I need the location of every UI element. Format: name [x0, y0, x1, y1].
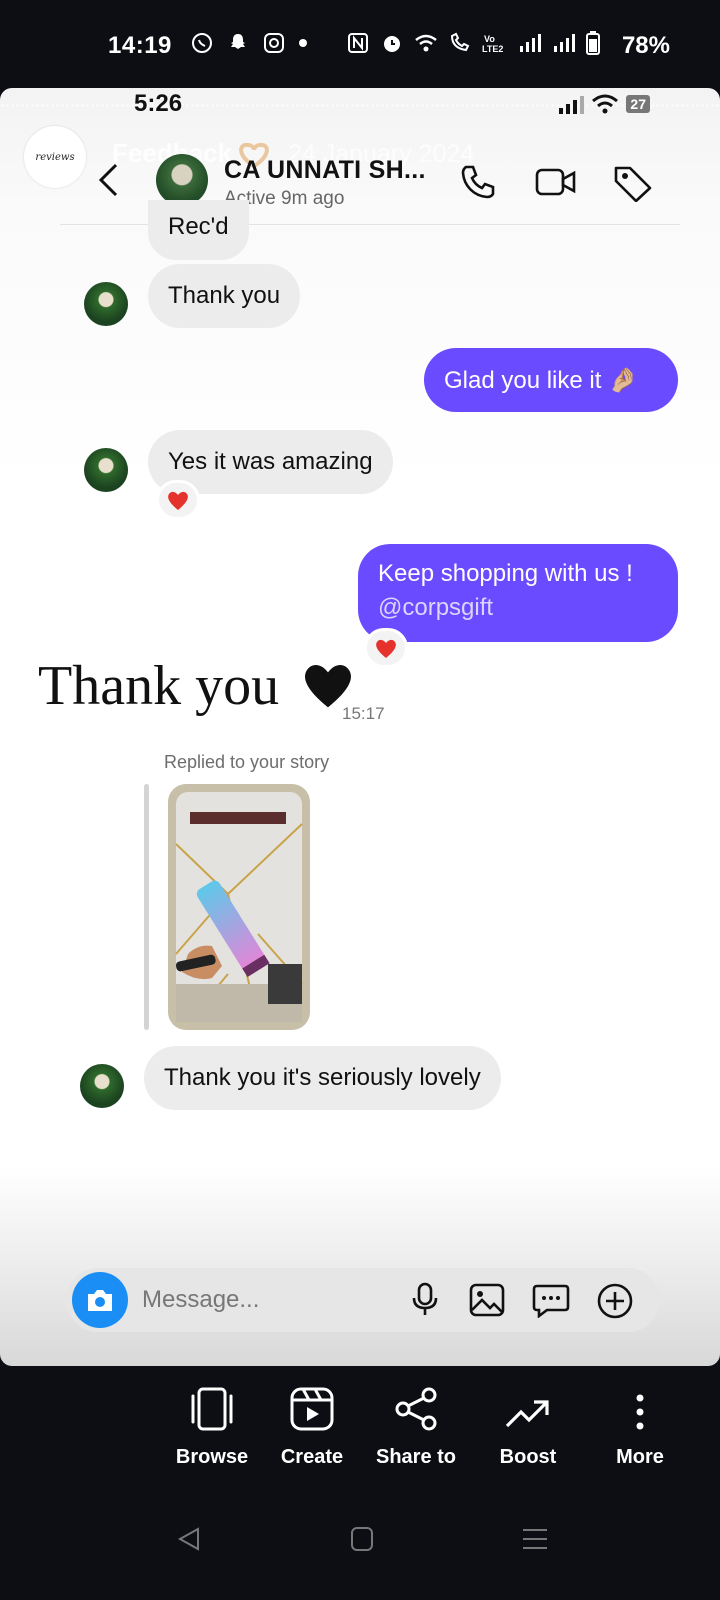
signal-1-icon — [520, 34, 541, 52]
reply-quote-bar — [144, 784, 149, 1030]
contact-name[interactable]: CA UNNATI SH... — [224, 156, 426, 185]
message-outgoing-glad[interactable]: Glad you like it 🤌🏼 — [424, 348, 678, 412]
message-composer[interactable]: Message... — [66, 1268, 660, 1332]
camera-button[interactable] — [72, 1272, 128, 1328]
signal-2-icon — [554, 34, 575, 52]
contact-avatar[interactable] — [156, 154, 208, 206]
volte-icon: VoLTE2 — [482, 34, 503, 54]
microphone-icon[interactable] — [410, 1282, 440, 1318]
message-incoming-thank-you[interactable]: Thank you — [148, 264, 301, 328]
phone-status-bar: 14:19 Vo LTE2 78% — [0, 0, 720, 88]
screenshot-time: 5:26 — [134, 90, 183, 117]
story-actions-bar: Browse Create Share to Boost More — [0, 1366, 720, 1486]
thank-you-sticker-text: Thank you — [38, 655, 280, 717]
video-call-icon[interactable] — [534, 162, 578, 202]
replied-to-story-label: Replied to your story — [164, 752, 330, 772]
chat-header: CA UNNATI SH... Active 9m ago — [0, 140, 720, 226]
svg-text:LTE2: LTE2 — [482, 44, 503, 54]
battery-icon — [586, 31, 600, 55]
message-avatar[interactable] — [84, 282, 128, 326]
sticker-timestamp: 15:17 — [342, 704, 385, 723]
add-circle-icon[interactable] — [596, 1282, 634, 1320]
story-card[interactable]: 5:26 27 reviews Feedback 24 January 2024… — [0, 88, 720, 1366]
phone-call-icon[interactable] — [458, 162, 498, 202]
create-reel-icon — [290, 1387, 334, 1431]
message-incoming-partial[interactable]: Rec'd — [148, 200, 249, 260]
story-reply-thumbnail[interactable] — [168, 784, 310, 1030]
nfc-icon — [348, 33, 368, 53]
snapchat-icon — [231, 34, 245, 49]
camera-icon — [88, 1290, 112, 1311]
bottle-photo — [175, 792, 303, 1023]
message-incoming-lovely[interactable]: Thank you it's seriously lovely — [144, 1046, 501, 1110]
screenshot-wifi-icon — [592, 94, 619, 114]
black-heart-icon — [305, 665, 351, 708]
whatsapp-icon — [192, 33, 212, 53]
battery-percent: 78% — [621, 32, 670, 59]
alarm-icon — [384, 36, 400, 52]
sticker-chat-icon[interactable] — [532, 1282, 570, 1318]
screenshot-signal-icon — [559, 96, 585, 114]
heart-reaction[interactable] — [156, 480, 200, 520]
heart-icon — [376, 639, 396, 658]
svg-text:Vo: Vo — [484, 34, 495, 44]
nav-recents-icon[interactable] — [522, 1526, 548, 1552]
boost-trend-icon — [505, 1400, 549, 1428]
boost-button[interactable]: Boost — [468, 1366, 588, 1469]
message-avatar[interactable] — [84, 448, 128, 492]
instagram-icon — [264, 33, 284, 53]
heart-reaction[interactable] — [364, 628, 408, 668]
message-outgoing-keep-shopping[interactable]: Keep shopping with us ! @corpsgift — [358, 544, 678, 642]
more-button[interactable]: More — [580, 1366, 700, 1469]
wifi-icon — [415, 34, 437, 52]
dot-icon — [299, 39, 307, 47]
more-vertical-icon — [636, 1394, 644, 1430]
create-button[interactable]: Create — [252, 1366, 372, 1469]
gallery-icon[interactable] — [468, 1282, 506, 1318]
message-input[interactable]: Message... — [142, 1286, 259, 1314]
screenshot-status-bar: 5:26 27 — [0, 88, 720, 128]
wifi-call-icon — [450, 32, 470, 52]
system-navigation-bar — [0, 1486, 720, 1600]
screenshot-battery: 27 — [626, 95, 650, 113]
share-to-button[interactable]: Share to — [356, 1366, 476, 1469]
heart-icon — [168, 491, 188, 510]
tag-icon[interactable] — [612, 162, 654, 202]
message-avatar[interactable] — [80, 1064, 124, 1108]
back-arrow-icon[interactable] — [96, 162, 120, 198]
nav-home-icon[interactable] — [350, 1526, 374, 1552]
share-icon — [395, 1387, 437, 1431]
browse-icon — [191, 1387, 233, 1431]
nav-back-icon[interactable] — [176, 1526, 202, 1552]
status-time: 14:19 — [108, 32, 172, 59]
